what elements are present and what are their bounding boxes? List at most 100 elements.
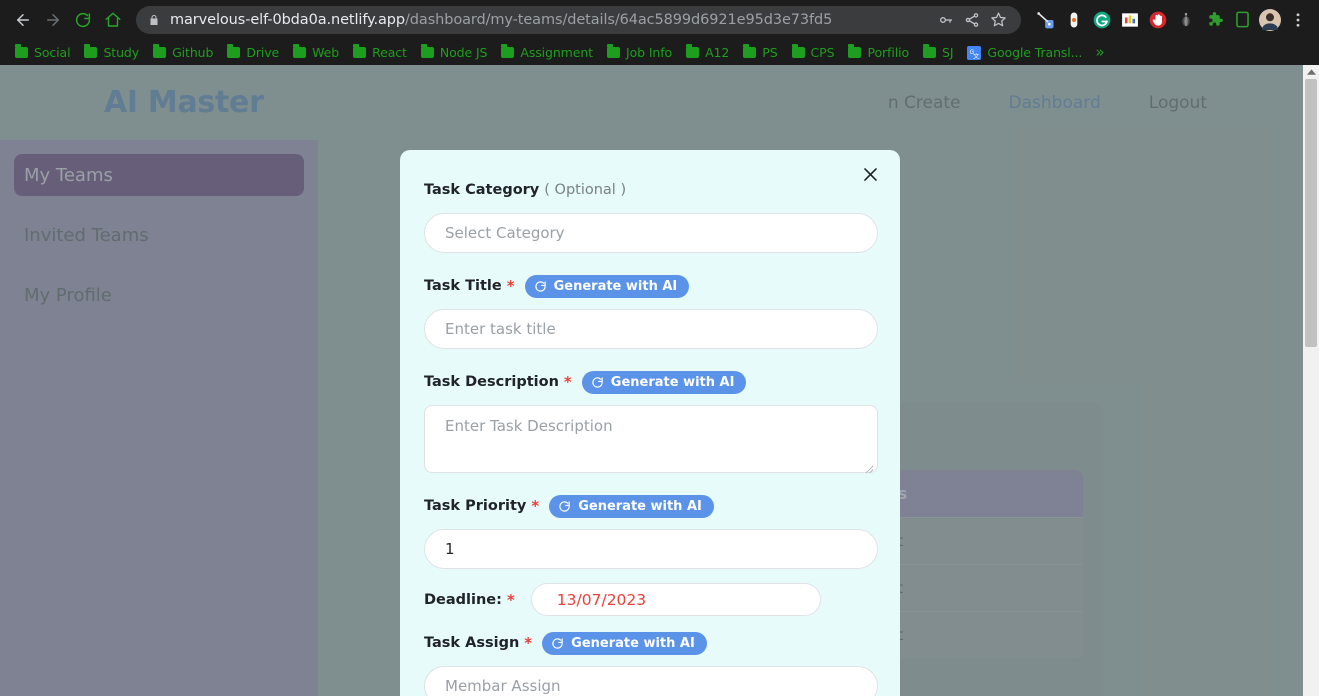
forward-arrow-icon <box>44 11 62 29</box>
analytics-icon[interactable] <box>1117 7 1143 33</box>
create-task-modal: Task Category ( Optional ) Select Catego… <box>400 150 900 696</box>
generate-assign-with-ai-button[interactable]: Generate with AI <box>542 631 707 655</box>
task-priority-input[interactable]: 1 <box>424 529 878 569</box>
folder-icon <box>84 43 98 58</box>
bookmark-label: Drive <box>246 44 280 60</box>
address-bar[interactable]: marvelous-elf-0bda0a.netlify.app/dashboa… <box>136 5 1021 34</box>
deadline-label: Deadline: * <box>424 587 515 613</box>
required-asterisk: * <box>506 277 515 295</box>
forward-button[interactable] <box>38 5 68 35</box>
task-title-input[interactable]: Enter task title <box>424 309 878 349</box>
bookmark-drive[interactable]: Drive <box>220 41 286 63</box>
lock-icon <box>148 13 160 27</box>
back-arrow-icon <box>14 11 32 29</box>
bookmark-label: Web <box>312 44 340 60</box>
required-asterisk: * <box>563 373 572 391</box>
folder-icon <box>153 43 167 58</box>
dark-reader-icon[interactable] <box>1173 7 1199 33</box>
page-viewport: AI Master n Create Dashboard Logout My T… <box>0 65 1319 696</box>
bookmark-social[interactable]: Social <box>8 41 77 63</box>
task-category-optional-note: ( Optional ) <box>544 182 627 198</box>
bookmark-job-info[interactable]: Job Info <box>600 41 679 63</box>
task-title-label: Task Title * Generate with AI <box>424 273 876 299</box>
task-description-textarea[interactable]: Enter Task Description <box>424 405 878 474</box>
close-icon <box>861 165 880 188</box>
required-asterisk: * <box>506 590 515 609</box>
bookmark-label: Job Info <box>625 44 673 60</box>
bookmark-web[interactable]: Web <box>286 41 346 63</box>
generate-with-ai-label: Generate with AI <box>553 278 678 294</box>
scrollbar-thumb[interactable] <box>1305 79 1317 347</box>
home-icon <box>104 11 122 29</box>
task-title-label-text: Task Title <box>424 278 502 294</box>
folder-icon <box>353 43 367 58</box>
folder-icon <box>686 43 700 58</box>
back-button[interactable] <box>8 5 38 35</box>
bookmark-label: SJ <box>942 44 954 60</box>
bookmark-node-js[interactable]: Node JS <box>414 41 495 63</box>
task-category-label: Task Category ( Optional ) <box>424 177 876 203</box>
svg-text:文: 文 <box>974 52 980 60</box>
resize-grip-icon[interactable] <box>865 460 874 474</box>
sidebar-icon[interactable] <box>1229 7 1255 33</box>
generate-priority-with-ai-button[interactable]: Generate with AI <box>549 494 714 518</box>
bookmark-label: Social <box>34 44 71 60</box>
folder-icon <box>743 43 757 58</box>
bookmark-label: Google Transl... <box>987 44 1083 60</box>
bookmark-assignment[interactable]: Assignment <box>494 41 600 63</box>
refresh-icon <box>591 376 604 389</box>
required-asterisk: * <box>531 497 540 515</box>
task-assign-label-text: Task Assign <box>424 635 520 651</box>
bookmark-google-transl[interactable]: G 文 Google Transl... <box>960 41 1089 63</box>
deadline-date-input[interactable]: 13/07/2023 <box>530 583 821 616</box>
folder-icon <box>791 43 805 58</box>
page-scrollbar[interactable] <box>1303 65 1319 696</box>
url-text: marvelous-elf-0bda0a.netlify.app/dashboa… <box>170 11 833 28</box>
adblock-icon[interactable] <box>1145 7 1171 33</box>
bookmark-cps[interactable]: CPS <box>785 41 842 63</box>
google-translate-icon: G文 <box>967 45 982 60</box>
folder-icon <box>420 43 434 58</box>
pill-icon[interactable] <box>1061 7 1087 33</box>
browser-nav-bar: marvelous-elf-0bda0a.netlify.app/dashboa… <box>0 0 1319 39</box>
reload-button[interactable] <box>68 5 98 35</box>
bookmark-star-icon[interactable] <box>985 7 1011 33</box>
key-icon[interactable] <box>933 7 959 33</box>
three-dot-menu-icon[interactable] <box>1285 7 1311 33</box>
bookmark-a12[interactable]: A12 <box>679 41 736 63</box>
eyedropper-icon[interactable] <box>1033 7 1059 33</box>
close-button[interactable] <box>856 162 884 190</box>
puzzle-extensions-icon[interactable] <box>1201 7 1227 33</box>
share-icon[interactable] <box>959 7 985 33</box>
bookmark-study[interactable]: Study <box>77 41 146 63</box>
bookmark-ps[interactable]: PS <box>736 41 784 63</box>
bookmark-label: A12 <box>705 44 730 60</box>
generate-with-ai-label: Generate with AI <box>571 635 695 651</box>
deadline-label-text: Deadline: <box>424 591 502 608</box>
bookmarks-overflow-button[interactable]: » <box>1095 43 1104 61</box>
generate-with-ai-label: Generate with AI <box>578 498 702 514</box>
task-priority-label: Task Priority * Generate with AI <box>424 493 876 519</box>
task-description-label: Task Description * Generate with AI <box>424 369 876 395</box>
bookmark-label: PS <box>762 44 778 60</box>
deadline-row: Deadline: * 13/07/2023 <box>424 583 876 616</box>
bookmark-label: Porfilio <box>867 44 909 60</box>
task-category-input[interactable]: Select Category <box>424 213 878 253</box>
bookmark-github[interactable]: Github <box>146 41 220 63</box>
grammarly-icon[interactable] <box>1089 7 1115 33</box>
bookmark-label: Node JS <box>439 44 488 60</box>
home-button[interactable] <box>98 5 128 35</box>
folder-icon <box>923 43 936 58</box>
folder-icon <box>848 43 862 58</box>
bookmark-label: CPS <box>810 44 835 60</box>
bookmark-label: Study <box>103 44 140 60</box>
bookmark-sj[interactable]: SJ <box>916 41 960 63</box>
generate-description-with-ai-button[interactable]: Generate with AI <box>581 370 747 394</box>
scrollbar-up-arrow[interactable] <box>1303 65 1319 79</box>
refresh-icon <box>534 280 547 293</box>
avatar[interactable] <box>1257 7 1283 33</box>
task-assign-input[interactable]: Membar Assign <box>424 666 878 696</box>
bookmark-react[interactable]: React <box>346 41 414 63</box>
generate-title-with-ai-button[interactable]: Generate with AI <box>524 274 690 298</box>
bookmark-porfilio[interactable]: Porfilio <box>841 41 916 63</box>
